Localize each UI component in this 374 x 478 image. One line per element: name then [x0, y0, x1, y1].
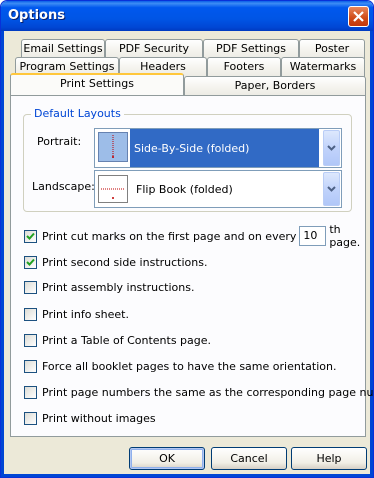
info-sheet-checkbox[interactable] — [24, 307, 37, 321]
title-bar[interactable]: Options — [1, 1, 373, 31]
cut-marks-checkbox[interactable] — [24, 229, 37, 243]
orientation-label: Force all booklet pages to have the same… — [42, 359, 337, 373]
landscape-select-value: Flip Book (folded) — [136, 182, 233, 196]
tab-paper-borders[interactable]: Paper, Borders — [184, 76, 366, 96]
check-icon — [26, 258, 35, 266]
assembly-label: Print assembly instructions. — [42, 280, 195, 294]
page-numbers-checkbox[interactable] — [24, 385, 37, 399]
assembly-checkbox[interactable] — [24, 280, 37, 294]
info-sheet-option[interactable]: Print info sheet. — [24, 306, 129, 322]
portrait-select-value: Side-By-Side (folded) — [130, 129, 319, 167]
portrait-select[interactable]: Side-By-Side (folded) — [94, 128, 342, 168]
window-border-left — [1, 31, 4, 477]
landscape-dropdown-button[interactable] — [323, 172, 340, 206]
without-images-option[interactable]: Print without images — [24, 410, 156, 426]
cut-marks-option[interactable]: Print cut marks on the first page and on… — [24, 223, 373, 249]
tab-pdf-security[interactable]: PDF Security — [105, 39, 203, 59]
cut-marks-page-input[interactable]: 10 — [299, 226, 327, 246]
orientation-option[interactable]: Force all booklet pages to have the same… — [24, 358, 336, 374]
second-side-checkbox[interactable] — [24, 255, 37, 269]
cut-marks-suffix: th page. — [329, 223, 361, 249]
ok-button[interactable]: OK — [129, 447, 205, 470]
toc-checkbox[interactable] — [24, 333, 37, 347]
orientation-checkbox[interactable] — [24, 359, 37, 373]
default-layouts-title: Default Layouts — [31, 107, 124, 120]
chevron-down-icon — [327, 145, 336, 151]
window-border-bottom — [1, 474, 373, 477]
info-sheet-label: Print info sheet. — [42, 307, 129, 321]
window-title: Options — [8, 8, 65, 23]
landscape-select[interactable]: Flip Book (folded) — [94, 170, 342, 208]
close-button[interactable] — [348, 6, 369, 27]
check-icon — [26, 232, 35, 240]
tab-footers[interactable]: Footers — [207, 57, 281, 77]
close-icon — [353, 11, 364, 22]
without-images-checkbox[interactable] — [24, 411, 37, 425]
chevron-down-icon — [327, 186, 336, 192]
window-border-right — [370, 31, 373, 477]
tab-pdf-settings[interactable]: PDF Settings — [203, 39, 299, 59]
help-button[interactable]: Help — [291, 447, 367, 470]
portrait-layout-thumbnail — [98, 132, 128, 162]
cut-marks-label: Print cut marks on the first page and on… — [42, 229, 297, 243]
portrait-dropdown-button[interactable] — [323, 130, 340, 166]
second-side-label: Print second side instructions. — [42, 255, 208, 269]
page-numbers-label: Print page numbers the same as the corre… — [42, 385, 374, 399]
options-dialog: Options Email Settings PDF Security PDF … — [0, 0, 374, 478]
page-numbers-option[interactable]: Print page numbers the same as the corre… — [24, 384, 374, 400]
tab-email-settings[interactable]: Email Settings — [21, 39, 105, 59]
landscape-layout-thumbnail — [98, 175, 128, 203]
cancel-button[interactable]: Cancel — [211, 447, 287, 470]
tab-watermarks[interactable]: Watermarks — [281, 57, 365, 77]
portrait-label: Portrait: — [37, 135, 82, 148]
tab-print-settings[interactable]: Print Settings — [10, 73, 184, 95]
without-images-label: Print without images — [42, 411, 156, 425]
tab-poster[interactable]: Poster — [299, 39, 365, 59]
toc-option[interactable]: Print a Table of Contents page. — [24, 332, 211, 348]
toc-label: Print a Table of Contents page. — [42, 333, 212, 347]
assembly-option[interactable]: Print assembly instructions. — [24, 279, 194, 295]
second-side-option[interactable]: Print second side instructions. — [24, 254, 207, 270]
landscape-label: Landscape: — [32, 180, 95, 193]
